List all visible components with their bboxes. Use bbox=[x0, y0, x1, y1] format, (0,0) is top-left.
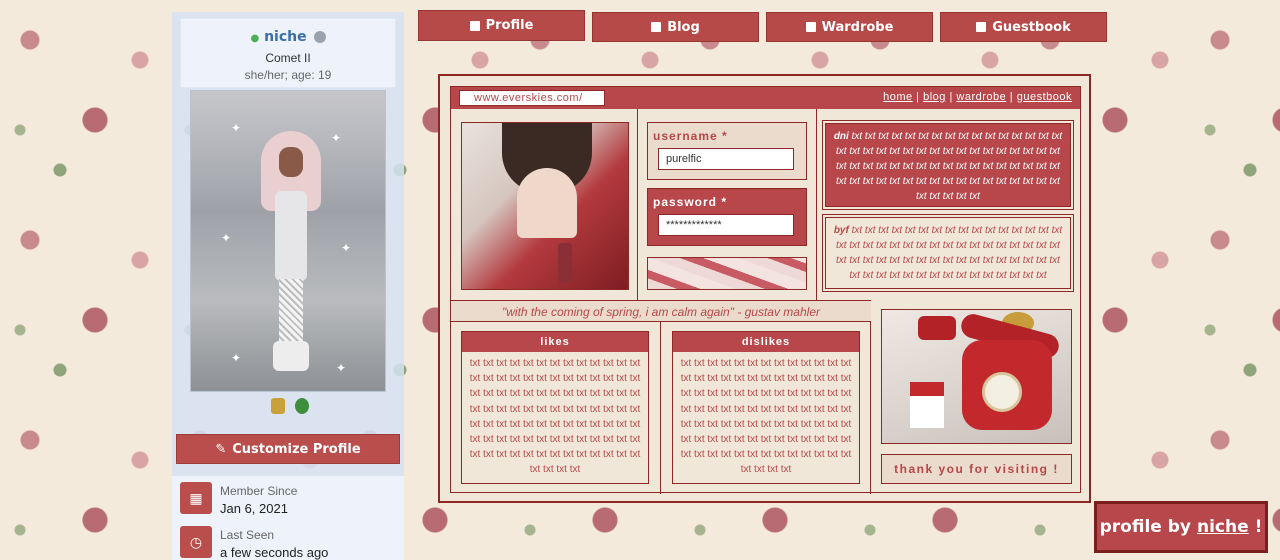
badge-row bbox=[268, 398, 312, 419]
stat-label: Last Seen bbox=[220, 528, 275, 542]
tab-label: Profile bbox=[485, 18, 534, 33]
stat-label: Member Since bbox=[220, 484, 298, 498]
tab-wardrobe[interactable]: Wardrobe bbox=[766, 12, 933, 42]
byf-text: txt txt txt txt txt txt txt txt txt txt … bbox=[836, 225, 1063, 281]
likes-title: likes bbox=[462, 332, 648, 352]
shell-badge-icon bbox=[313, 31, 326, 43]
stat-last-seen: ◷ Last Seen a few seconds ago bbox=[172, 520, 404, 560]
nav-link-home[interactable]: home bbox=[883, 91, 913, 103]
profile-credit-box: profile by niche ! bbox=[1094, 501, 1268, 553]
sparkle-icon: ✦ bbox=[341, 241, 352, 255]
lips-image bbox=[647, 257, 807, 290]
nav-link-blog[interactable]: blog bbox=[923, 91, 946, 103]
username-box: username * purelfic bbox=[647, 122, 807, 180]
byf-box: byf txt txt txt txt txt txt txt txt txt … bbox=[822, 214, 1074, 292]
stat-value: a few seconds ago bbox=[220, 545, 329, 560]
avatar-figure bbox=[261, 131, 321, 371]
sparkle-icon: ✦ bbox=[221, 231, 232, 245]
username-field[interactable]: purelfic bbox=[658, 148, 794, 170]
blog-icon bbox=[651, 22, 662, 32]
frog-badge-icon[interactable] bbox=[295, 398, 310, 414]
nav-link-wardrobe[interactable]: wardrobe bbox=[956, 91, 1006, 103]
password-label: password * bbox=[653, 195, 728, 209]
sparkle-icon: ✦ bbox=[336, 361, 347, 375]
username-row: ● niche bbox=[181, 29, 395, 45]
tab-label: Wardrobe bbox=[821, 19, 894, 35]
sparkle-icon: ✦ bbox=[231, 351, 242, 365]
likes-card: likes txt txt txt txt txt txt txt txt tx… bbox=[461, 331, 649, 484]
clock-calendar-icon: ◷ bbox=[180, 526, 212, 558]
user-rank: Comet II bbox=[265, 51, 311, 65]
credit-prefix: profile by bbox=[1099, 517, 1191, 537]
sparkle-icon: ✦ bbox=[331, 131, 342, 145]
stat-member-since: ▦ Member Since Jan 6, 2021 bbox=[172, 476, 404, 520]
portrait-photo bbox=[461, 122, 629, 290]
customize-profile-label: Customize Profile bbox=[232, 441, 361, 457]
guestbook-icon bbox=[976, 22, 987, 32]
dislikes-card: dislikes txt txt txt txt txt txt txt txt… bbox=[672, 331, 860, 484]
divider bbox=[870, 300, 871, 494]
sparkle-icon: ✦ bbox=[231, 121, 242, 135]
online-status-icon: ● bbox=[250, 33, 260, 44]
quote-bar: "with the coming of spring, i am calm ag… bbox=[451, 300, 871, 322]
profile-layout-inner: www.everskies.com/ home | blog | wardrob… bbox=[450, 86, 1081, 494]
telephone-photo bbox=[881, 309, 1072, 444]
user-card: ● niche Comet II she/her; age: 19 bbox=[180, 18, 396, 88]
credit-suffix: ! bbox=[1254, 517, 1263, 537]
thanks-box: thank you for visiting ! bbox=[881, 454, 1072, 484]
dni-label: dni bbox=[833, 131, 849, 142]
layout-nav: home | blog | wardrobe | guestbook bbox=[883, 91, 1072, 103]
brush-icon: ✎ bbox=[215, 441, 227, 457]
dni-text: txt txt txt txt txt txt txt txt txt txt … bbox=[836, 131, 1063, 202]
dislikes-title: dislikes bbox=[673, 332, 859, 352]
customize-profile-button[interactable]: ✎ Customize Profile bbox=[176, 434, 400, 464]
dni-box: dni txt txt txt txt txt txt txt txt txt … bbox=[822, 120, 1074, 210]
tab-label: Guestbook bbox=[992, 19, 1071, 35]
profile-sidebar: ● niche Comet II she/her; age: 19 ✦ ✦ ✦ … bbox=[172, 12, 404, 560]
tab-profile[interactable]: Profile bbox=[418, 10, 585, 41]
url-box: www.everskies.com/ bbox=[459, 90, 605, 106]
likes-text: txt txt txt txt txt txt txt txt txt txt … bbox=[469, 358, 641, 476]
stat-value: Jan 6, 2021 bbox=[220, 501, 288, 516]
divider bbox=[637, 109, 638, 300]
profile-layout-panel: www.everskies.com/ home | blog | wardrob… bbox=[438, 74, 1091, 503]
nav-link-guestbook[interactable]: guestbook bbox=[1017, 91, 1072, 103]
password-box: password * ************* bbox=[647, 188, 807, 246]
credit-link[interactable]: niche bbox=[1197, 517, 1249, 537]
tab-label: Blog bbox=[667, 19, 700, 35]
layout-topbar: www.everskies.com/ home | blog | wardrob… bbox=[451, 87, 1080, 109]
dislikes-text: txt txt txt txt txt txt txt txt txt txt … bbox=[680, 358, 852, 476]
user-pronouns: she/her; age: 19 bbox=[244, 68, 332, 82]
wardrobe-icon bbox=[805, 22, 816, 32]
byf-label: byf bbox=[833, 225, 849, 236]
avatar[interactable]: ✦ ✦ ✦ ✦ ✦ ✦ bbox=[190, 90, 386, 392]
tab-blog[interactable]: Blog bbox=[592, 12, 759, 42]
divider bbox=[660, 322, 661, 494]
calendar-icon: ▦ bbox=[180, 482, 212, 514]
tab-guestbook[interactable]: Guestbook bbox=[940, 12, 1107, 42]
divider bbox=[816, 109, 817, 300]
username[interactable]: niche bbox=[264, 29, 307, 45]
username-label: username * bbox=[653, 129, 728, 143]
lantern-badge-icon[interactable] bbox=[271, 398, 285, 414]
password-field[interactable]: ************* bbox=[658, 214, 794, 236]
profile-card-icon bbox=[469, 20, 480, 31]
